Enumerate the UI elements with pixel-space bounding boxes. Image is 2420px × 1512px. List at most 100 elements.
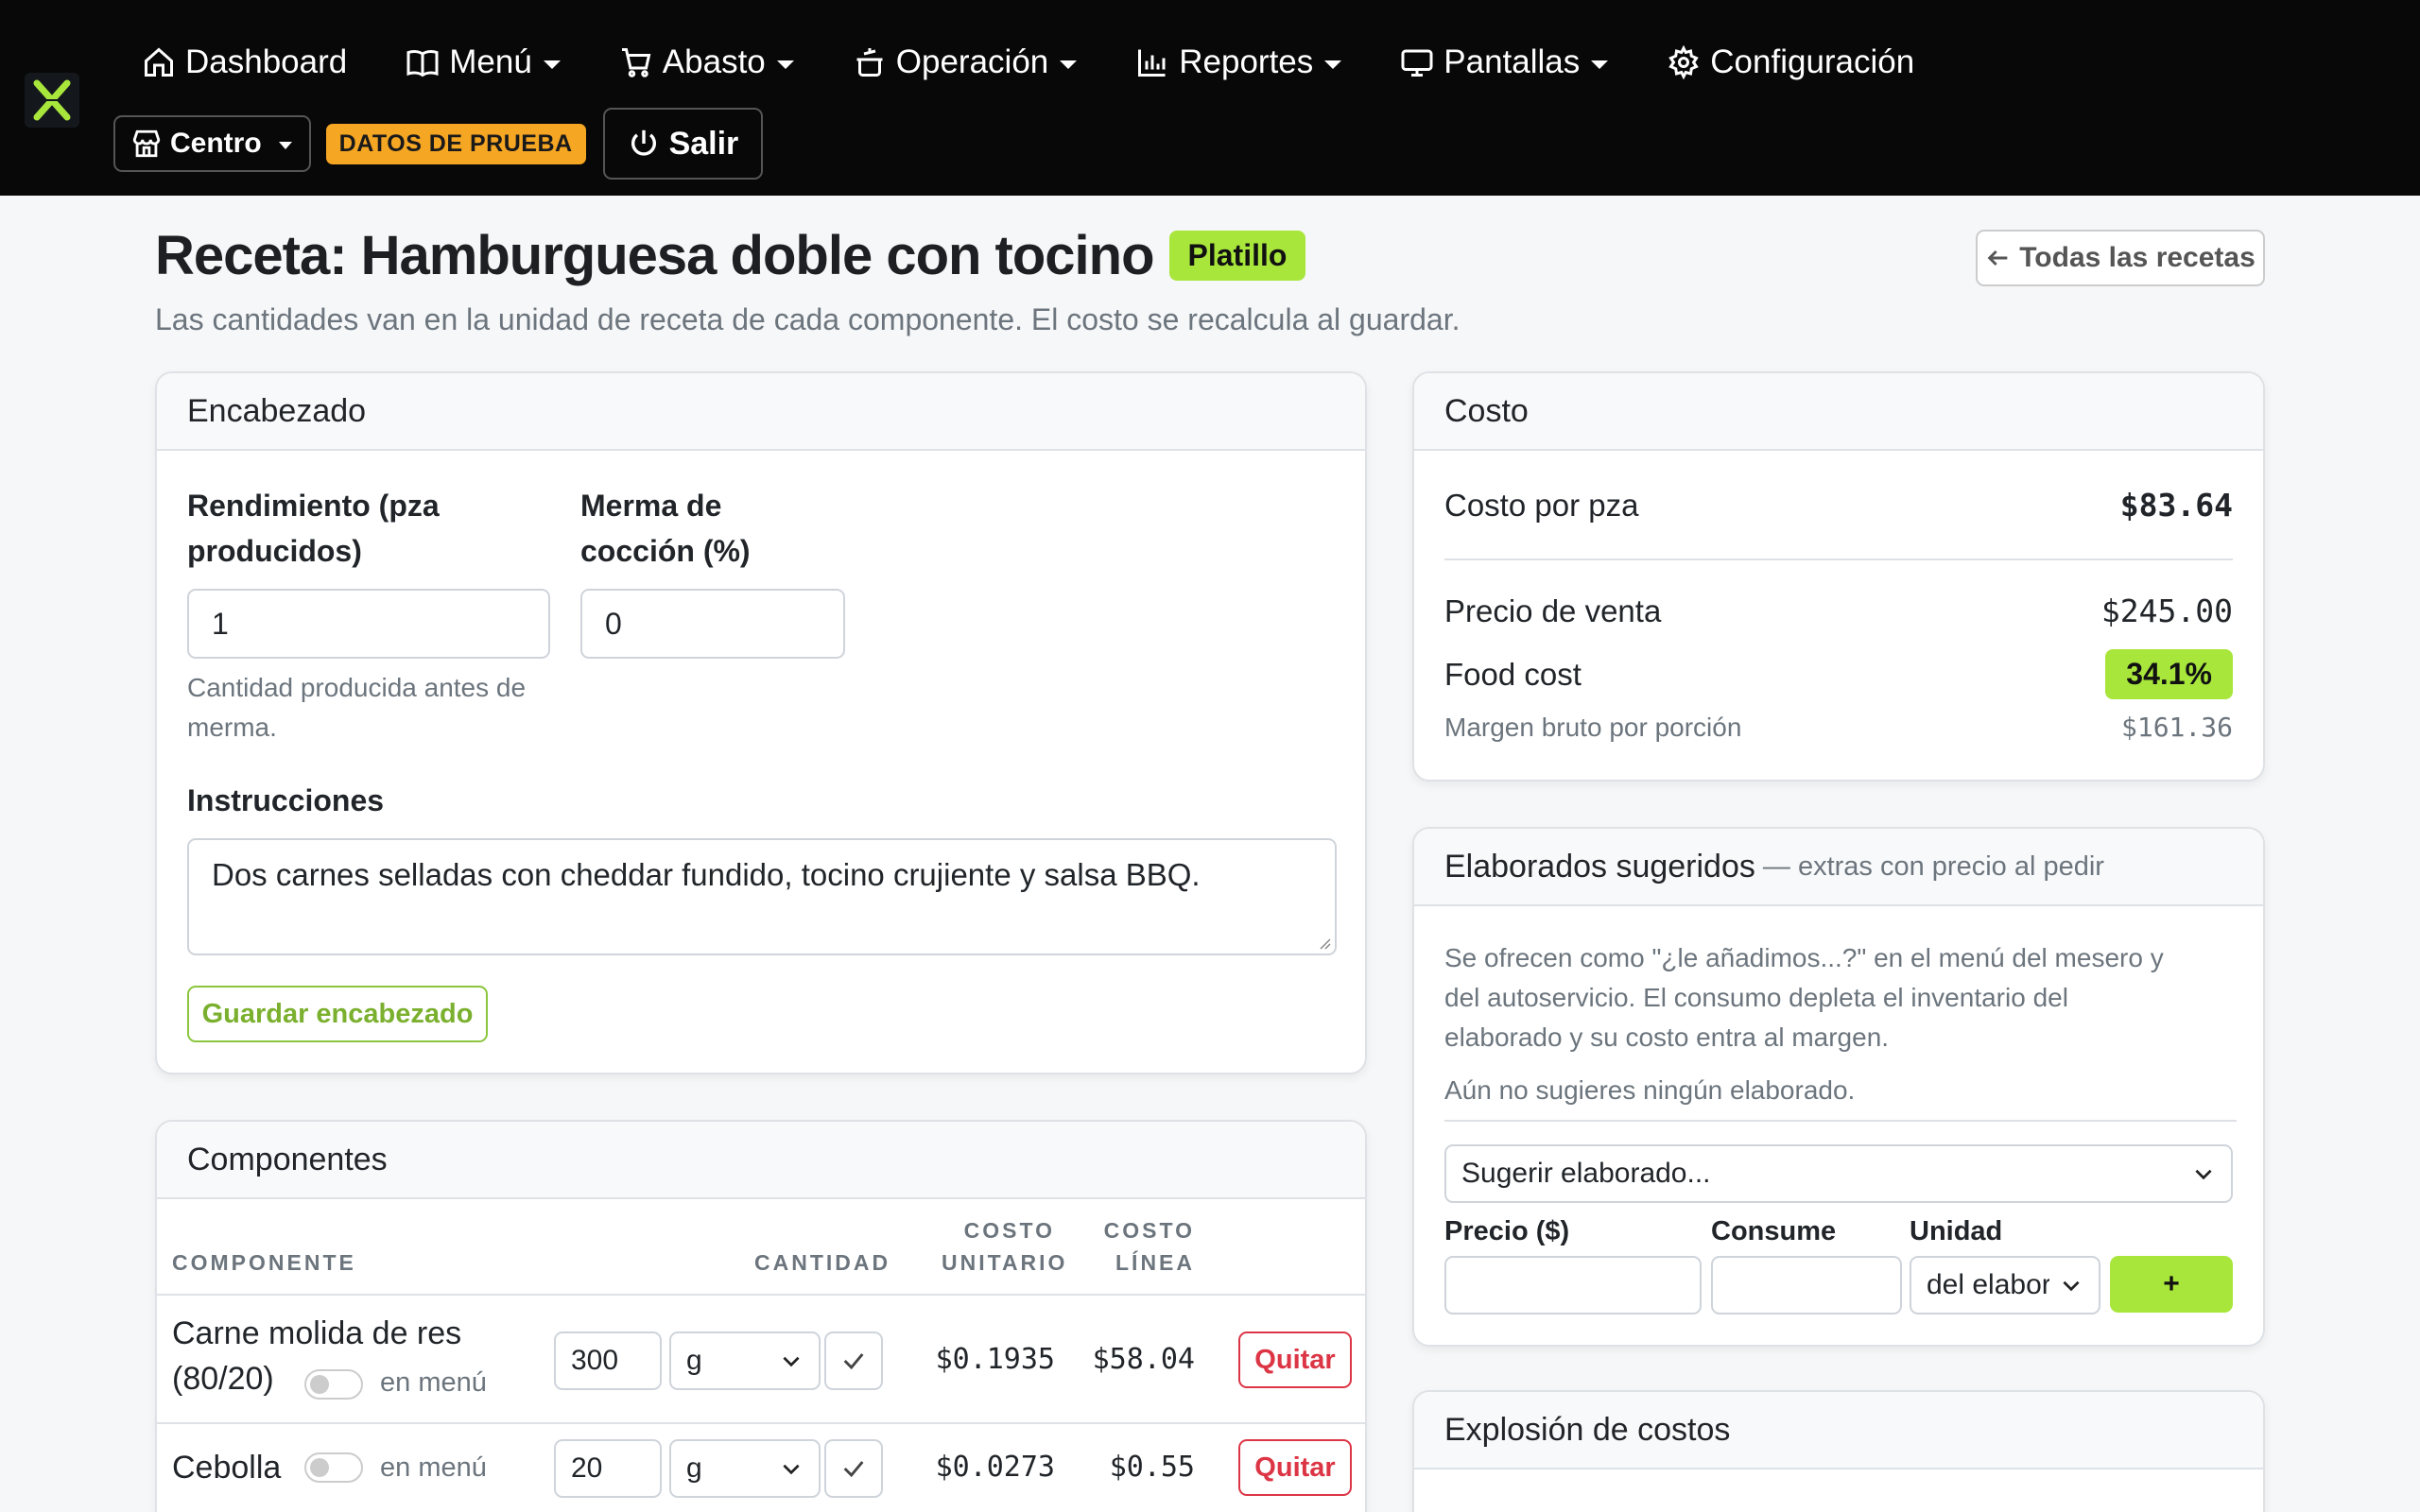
recipe-type-badge: Platillo bbox=[1168, 231, 1306, 281]
component-name: Cebolla bbox=[172, 1450, 282, 1486]
header-separator bbox=[157, 1294, 1365, 1296]
gear-icon bbox=[1668, 45, 1700, 79]
price-label: Precio ($) bbox=[1444, 1216, 1570, 1246]
remove-component-button[interactable]: Quitar bbox=[1238, 1332, 1352, 1388]
monitor-icon bbox=[1401, 49, 1433, 77]
unit-cost: $0.1935 bbox=[935, 1343, 1055, 1376]
cost-divider bbox=[1444, 558, 2233, 560]
arrow-left-icon bbox=[1987, 249, 2008, 266]
col-costo-unitario: COSTO UNITARIO bbox=[942, 1218, 1068, 1275]
page-title: Receta: Hamburguesa doble con tocino Pla… bbox=[155, 224, 1306, 287]
cart-icon bbox=[621, 48, 651, 77]
nav-abasto[interactable]: Abasto bbox=[619, 43, 794, 81]
recipe-title: Receta: Hamburguesa doble con tocino bbox=[155, 225, 1155, 286]
chevron-down-icon bbox=[783, 1464, 800, 1475]
caret-down-icon bbox=[776, 60, 794, 69]
resize-handle-icon[interactable] bbox=[1316, 935, 1331, 950]
quantity-input[interactable]: 300 bbox=[554, 1332, 662, 1390]
cost-per-piece-label: Costo por pza bbox=[1444, 487, 1639, 523]
caret-down-icon bbox=[278, 142, 292, 149]
nav-pantallas[interactable]: Pantallas bbox=[1400, 43, 1609, 81]
unit-select[interactable]: g bbox=[669, 1332, 821, 1390]
menu-toggle-label: en menú bbox=[380, 1452, 487, 1483]
store-icon bbox=[132, 129, 161, 158]
logout-button[interactable]: Salir bbox=[602, 108, 764, 180]
brand-logo[interactable] bbox=[25, 73, 79, 128]
nav-reportes[interactable]: Reportes bbox=[1135, 43, 1342, 81]
caret-down-icon bbox=[543, 60, 561, 69]
caret-down-icon bbox=[1060, 60, 1078, 69]
chevron-down-icon bbox=[783, 1356, 800, 1367]
cost-explosion-card: Explosión de costos bbox=[1412, 1390, 2265, 1512]
card-title: Costo bbox=[1414, 373, 2263, 451]
nav-label: Abasto bbox=[662, 43, 766, 80]
cost-per-piece-row: Costo por pza $83.64 bbox=[1444, 487, 2233, 524]
nav-dashboard[interactable]: Dashboard bbox=[142, 43, 347, 81]
sale-price-row: Precio de venta $245.00 bbox=[1444, 593, 2233, 629]
menu-toggle-label: en menú bbox=[380, 1367, 487, 1398]
nav-configuracion[interactable]: Configuración bbox=[1667, 43, 1914, 81]
line-cost: $58.04 bbox=[1092, 1343, 1195, 1376]
x-logo-icon bbox=[33, 79, 71, 121]
home-icon bbox=[145, 47, 173, 77]
col-componente: COMPONENTE bbox=[172, 1250, 356, 1275]
suggested-prep-card: Elaborados sugeridos — extras con precio… bbox=[1412, 827, 2265, 1347]
suggest-prep-select[interactable]: Sugerir elaborado... bbox=[1444, 1144, 2233, 1203]
location-label: Centro bbox=[170, 128, 262, 159]
check-icon bbox=[843, 1461, 864, 1478]
nav-operacion[interactable]: Operación bbox=[853, 43, 1078, 81]
sale-price-label: Precio de venta bbox=[1444, 593, 1662, 628]
logout-label: Salir bbox=[668, 125, 739, 162]
cooking-loss-input[interactable]: 0 bbox=[580, 589, 845, 659]
confirm-quantity-button[interactable] bbox=[824, 1332, 883, 1390]
chevron-down-icon bbox=[2063, 1280, 2080, 1292]
menu-toggle[interactable] bbox=[304, 1369, 363, 1400]
confirm-quantity-button[interactable] bbox=[824, 1439, 883, 1498]
card-title: Encabezado bbox=[157, 373, 1365, 451]
col-cantidad: CANTIDAD bbox=[754, 1250, 891, 1275]
save-header-button[interactable]: Guardar encabezado bbox=[187, 986, 488, 1042]
nav-label: Reportes bbox=[1179, 43, 1314, 80]
cost-per-piece-value: $83.64 bbox=[2119, 487, 2233, 524]
header-card: Encabezado Rendimiento (pza producidos) … bbox=[155, 371, 1367, 1074]
unit-select[interactable]: g bbox=[669, 1439, 821, 1498]
cost-card: Costo Costo por pza $83.64 Precio de ven… bbox=[1412, 371, 2265, 782]
check-icon bbox=[843, 1353, 864, 1370]
chevron-down-icon bbox=[2195, 1169, 2212, 1180]
gross-margin-row: Margen bruto por porción $161.36 bbox=[1444, 712, 2233, 743]
gross-margin-value: $161.36 bbox=[2120, 712, 2233, 743]
food-cost-label: Food cost bbox=[1444, 656, 1582, 692]
unit-label: Unidad bbox=[1910, 1216, 2003, 1246]
unit-cost: $0.0273 bbox=[935, 1451, 1055, 1484]
yield-input[interactable]: 1 bbox=[187, 589, 550, 659]
all-recipes-label: Todas las recetas bbox=[2019, 242, 2256, 273]
consume-label: Consume bbox=[1711, 1216, 1837, 1246]
secondary-nav: Centro DATOS DE PRUEBA Salir bbox=[113, 108, 764, 180]
unit-select[interactable]: del elaborado bbox=[1910, 1256, 2100, 1314]
menu-toggle[interactable] bbox=[304, 1452, 363, 1483]
location-selector[interactable]: Centro bbox=[113, 115, 311, 172]
add-suggestion-button[interactable]: + bbox=[2110, 1256, 2233, 1313]
remove-component-button[interactable]: Quitar bbox=[1238, 1439, 1352, 1496]
components-card: Componentes COMPONENTE CANTIDAD COSTO UN… bbox=[155, 1120, 1367, 1512]
navbar: Dashboard Menú Abasto Operación Reportes… bbox=[0, 0, 2420, 196]
test-data-badge: DATOS DE PRUEBA bbox=[325, 123, 586, 164]
instructions-textarea[interactable]: Dos carnes selladas con cheddar fundido,… bbox=[187, 838, 1337, 955]
caret-down-icon bbox=[1591, 60, 1609, 69]
nav-label: Configuración bbox=[1710, 43, 1915, 80]
gross-margin-label: Margen bruto por porción bbox=[1444, 712, 1742, 742]
quantity-input[interactable]: 20 bbox=[554, 1439, 662, 1498]
price-input[interactable] bbox=[1444, 1256, 1702, 1314]
card-title: Elaborados sugeridos — extras con precio… bbox=[1414, 829, 2263, 906]
yield-help: Cantidad producida antes de merma. bbox=[187, 673, 527, 742]
nav-label: Pantallas bbox=[1443, 43, 1581, 80]
power-icon bbox=[631, 129, 656, 156]
suggested-divider bbox=[1444, 1120, 2237, 1122]
nav-label: Dashboard bbox=[185, 43, 348, 80]
food-cost-badge: 34.1% bbox=[2105, 649, 2233, 699]
consume-input[interactable] bbox=[1711, 1256, 1902, 1314]
nav-menu[interactable]: Menú bbox=[406, 43, 561, 81]
all-recipes-button[interactable]: Todas las recetas bbox=[1976, 230, 2265, 286]
suggested-empty-text: Aún no sugieres ningún elaborado. bbox=[1444, 1075, 1856, 1105]
line-cost: $0.55 bbox=[1109, 1451, 1195, 1484]
